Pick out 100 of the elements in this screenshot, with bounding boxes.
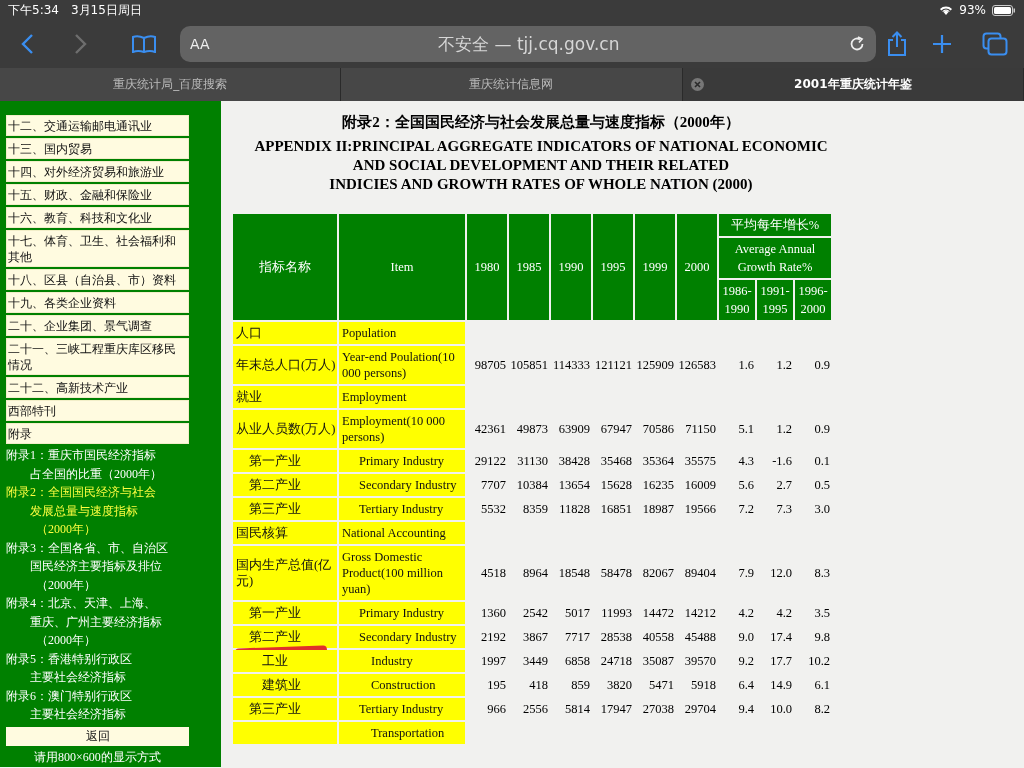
table-cell: 第一产业 [233, 602, 337, 624]
table-cell: Population [339, 322, 465, 344]
table-cell-text: 40558 [641, 628, 675, 646]
browser-tab[interactable]: 2001年重庆统计年鉴 [682, 68, 1024, 101]
table-cell-text: 1.2 [775, 420, 793, 438]
battery-level: 93% [959, 3, 986, 17]
table-cell-text: 4.2 [737, 604, 755, 622]
sidebar-item[interactable]: 十七、体育、卫生、社会福利和其他 [6, 230, 189, 267]
table-cell: Primary Industry [339, 602, 465, 624]
table-cell-text: 5814 [564, 700, 591, 718]
forward-icon[interactable] [74, 33, 88, 55]
sidebar-item[interactable]: 二十二、高新技术产业 [6, 377, 189, 398]
share-icon[interactable] [886, 31, 908, 57]
tabs-icon[interactable] [982, 32, 1008, 56]
table-cell-text: 105851 [509, 356, 549, 374]
close-icon[interactable] [690, 78, 704, 91]
table-cell-text: 19566 [683, 500, 717, 518]
table-cell-text: 16009 [683, 476, 717, 494]
table-cell-text: 14212 [683, 604, 717, 622]
sidebar-item[interactable]: 附录 [6, 423, 189, 444]
sidebar-item[interactable]: 十二、交通运输邮电通讯业 [6, 115, 189, 136]
table-cell: Secondary Industry [339, 474, 465, 496]
reload-icon[interactable] [848, 35, 866, 53]
display-note: 请用800×600的显示方式 [34, 748, 161, 766]
status-time: 下午5:34 [8, 1, 59, 19]
table-cell: 第三产业 [233, 698, 337, 720]
table-cell-text: 2.7 [775, 476, 793, 494]
table-cell-text: 35575 [683, 452, 717, 470]
browser-tab[interactable]: 重庆统计局_百度搜索 [0, 68, 342, 101]
address-text: 不安全 — tjj.cq.gov.cn [437, 32, 621, 56]
appendix-link[interactable]: 附录6：澳门特别行政区 主要社会经济指标 [6, 686, 132, 724]
sidebar-item[interactable]: 十九、各类企业资料 [6, 292, 189, 313]
column-header: 1991-1995 [757, 280, 793, 320]
text-size-button[interactable]: AA [190, 36, 210, 52]
table-cell-text: 17947 [599, 700, 633, 718]
table-cell-text: 4.3 [737, 452, 755, 470]
table-cell: Industry [339, 650, 465, 672]
table-cell-text: -1.6 [771, 452, 793, 470]
appendix-link[interactable]: 附录1：重庆市国民经济指标 占全国的比重（2000年） [6, 446, 162, 483]
table-cell: 第二产业 [233, 626, 337, 648]
table-cell-text: 17.4 [769, 628, 793, 646]
table-cell-text: 67947 [599, 420, 633, 438]
table-cell-text: 8359 [522, 500, 549, 518]
address-bar[interactable]: AA 不安全 — tjj.cq.gov.cn [180, 26, 876, 62]
column-header: 1980 [467, 214, 507, 320]
sidebar-item[interactable]: 十四、对外经济贸易和旅游业 [6, 161, 189, 182]
table-cell-text: 14472 [641, 604, 675, 622]
table-cell: 国内生产总值(亿元) [233, 546, 337, 600]
table-cell: Gross Domestic Product(100 million yuan) [339, 546, 465, 600]
appendix-link[interactable]: 附录3：全国各省、市、自治区 国民经济主要指标及排位 （2000年） [6, 538, 168, 594]
table-cell-text: 9.0 [737, 628, 755, 646]
table-cell-text: 125909 [635, 356, 675, 374]
table-cell: Tertiary Industry [339, 698, 465, 720]
browser-tab[interactable]: 重庆统计信息网 [341, 68, 683, 101]
table-cell: Employment(10 000 persons) [339, 410, 465, 448]
table-cell-text: 70586 [641, 420, 675, 438]
appendix-link[interactable]: 附录5：香港特别行政区 主要社会经济指标 [6, 649, 132, 687]
table-cell-text: 8.2 [813, 700, 831, 718]
column-header: Item [339, 214, 465, 320]
new-tab-icon[interactable] [932, 34, 952, 54]
sidebar-item[interactable]: 十五、财政、金融和保险业 [6, 184, 189, 205]
table-cell-text: 1.2 [775, 356, 793, 374]
table-cell-text: 31130 [516, 452, 549, 470]
table-cell: 国民核算 [233, 522, 337, 544]
table-cell-text: 35087 [641, 652, 675, 670]
table-cell-text: 0.1 [813, 452, 831, 470]
appendix-link[interactable]: 附录4：北京、天津、上海、 重庆、广州主要经济指标 （2000年） [6, 594, 162, 650]
table-cell-text: 11828 [558, 500, 591, 518]
sidebar-item[interactable]: 十八、区县（自治县、市）资料 [6, 269, 189, 290]
book-icon[interactable] [132, 35, 156, 53]
table-cell-text: 0.5 [813, 476, 831, 494]
sidebar-item[interactable]: 十六、教育、科技和文化业 [6, 207, 189, 228]
return-button[interactable]: 返回 [6, 726, 189, 746]
table-cell-text: 7.2 [737, 500, 755, 518]
table-cell: Construction [339, 674, 465, 696]
table-cell-text: 0.9 [813, 356, 831, 374]
column-header: 平均每年增长% [719, 214, 831, 236]
table-cell-text: 114333 [551, 356, 591, 374]
back-icon[interactable] [20, 33, 34, 55]
table-cell-text: 8964 [522, 564, 549, 582]
table-cell-text: 13654 [557, 476, 591, 494]
column-header: 1995 [593, 214, 633, 320]
table-cell-text: 12.0 [769, 564, 793, 582]
appendix-link[interactable]: 附录2：全国国民经济与社会 发展总量与速度指标 （2000年） [6, 483, 156, 539]
table-cell-text: 42361 [473, 420, 507, 438]
table-cell-text: 24718 [599, 652, 633, 670]
table-cell-text: 2556 [522, 700, 549, 718]
table-cell-text: 859 [570, 676, 591, 694]
sidebar-item[interactable]: 十三、国内贸易 [6, 138, 189, 159]
table-cell-text: 3867 [522, 628, 549, 646]
table-cell-text: 5471 [648, 676, 675, 694]
table-cell: 人口 [233, 322, 337, 344]
battery-icon [992, 4, 1016, 16]
table-cell-text: 89404 [683, 564, 717, 582]
table-cell-text: 6.4 [737, 676, 755, 694]
sidebar-item[interactable]: 二十一、三峡工程重庆库区移民情况 [6, 338, 189, 375]
sidebar-item[interactable]: 西部特刊 [6, 400, 189, 421]
sidebar-item[interactable]: 二十、企业集团、景气调查 [6, 315, 189, 336]
table-cell-text: 7717 [564, 628, 591, 646]
table-cell: 第一产业 [233, 450, 337, 472]
